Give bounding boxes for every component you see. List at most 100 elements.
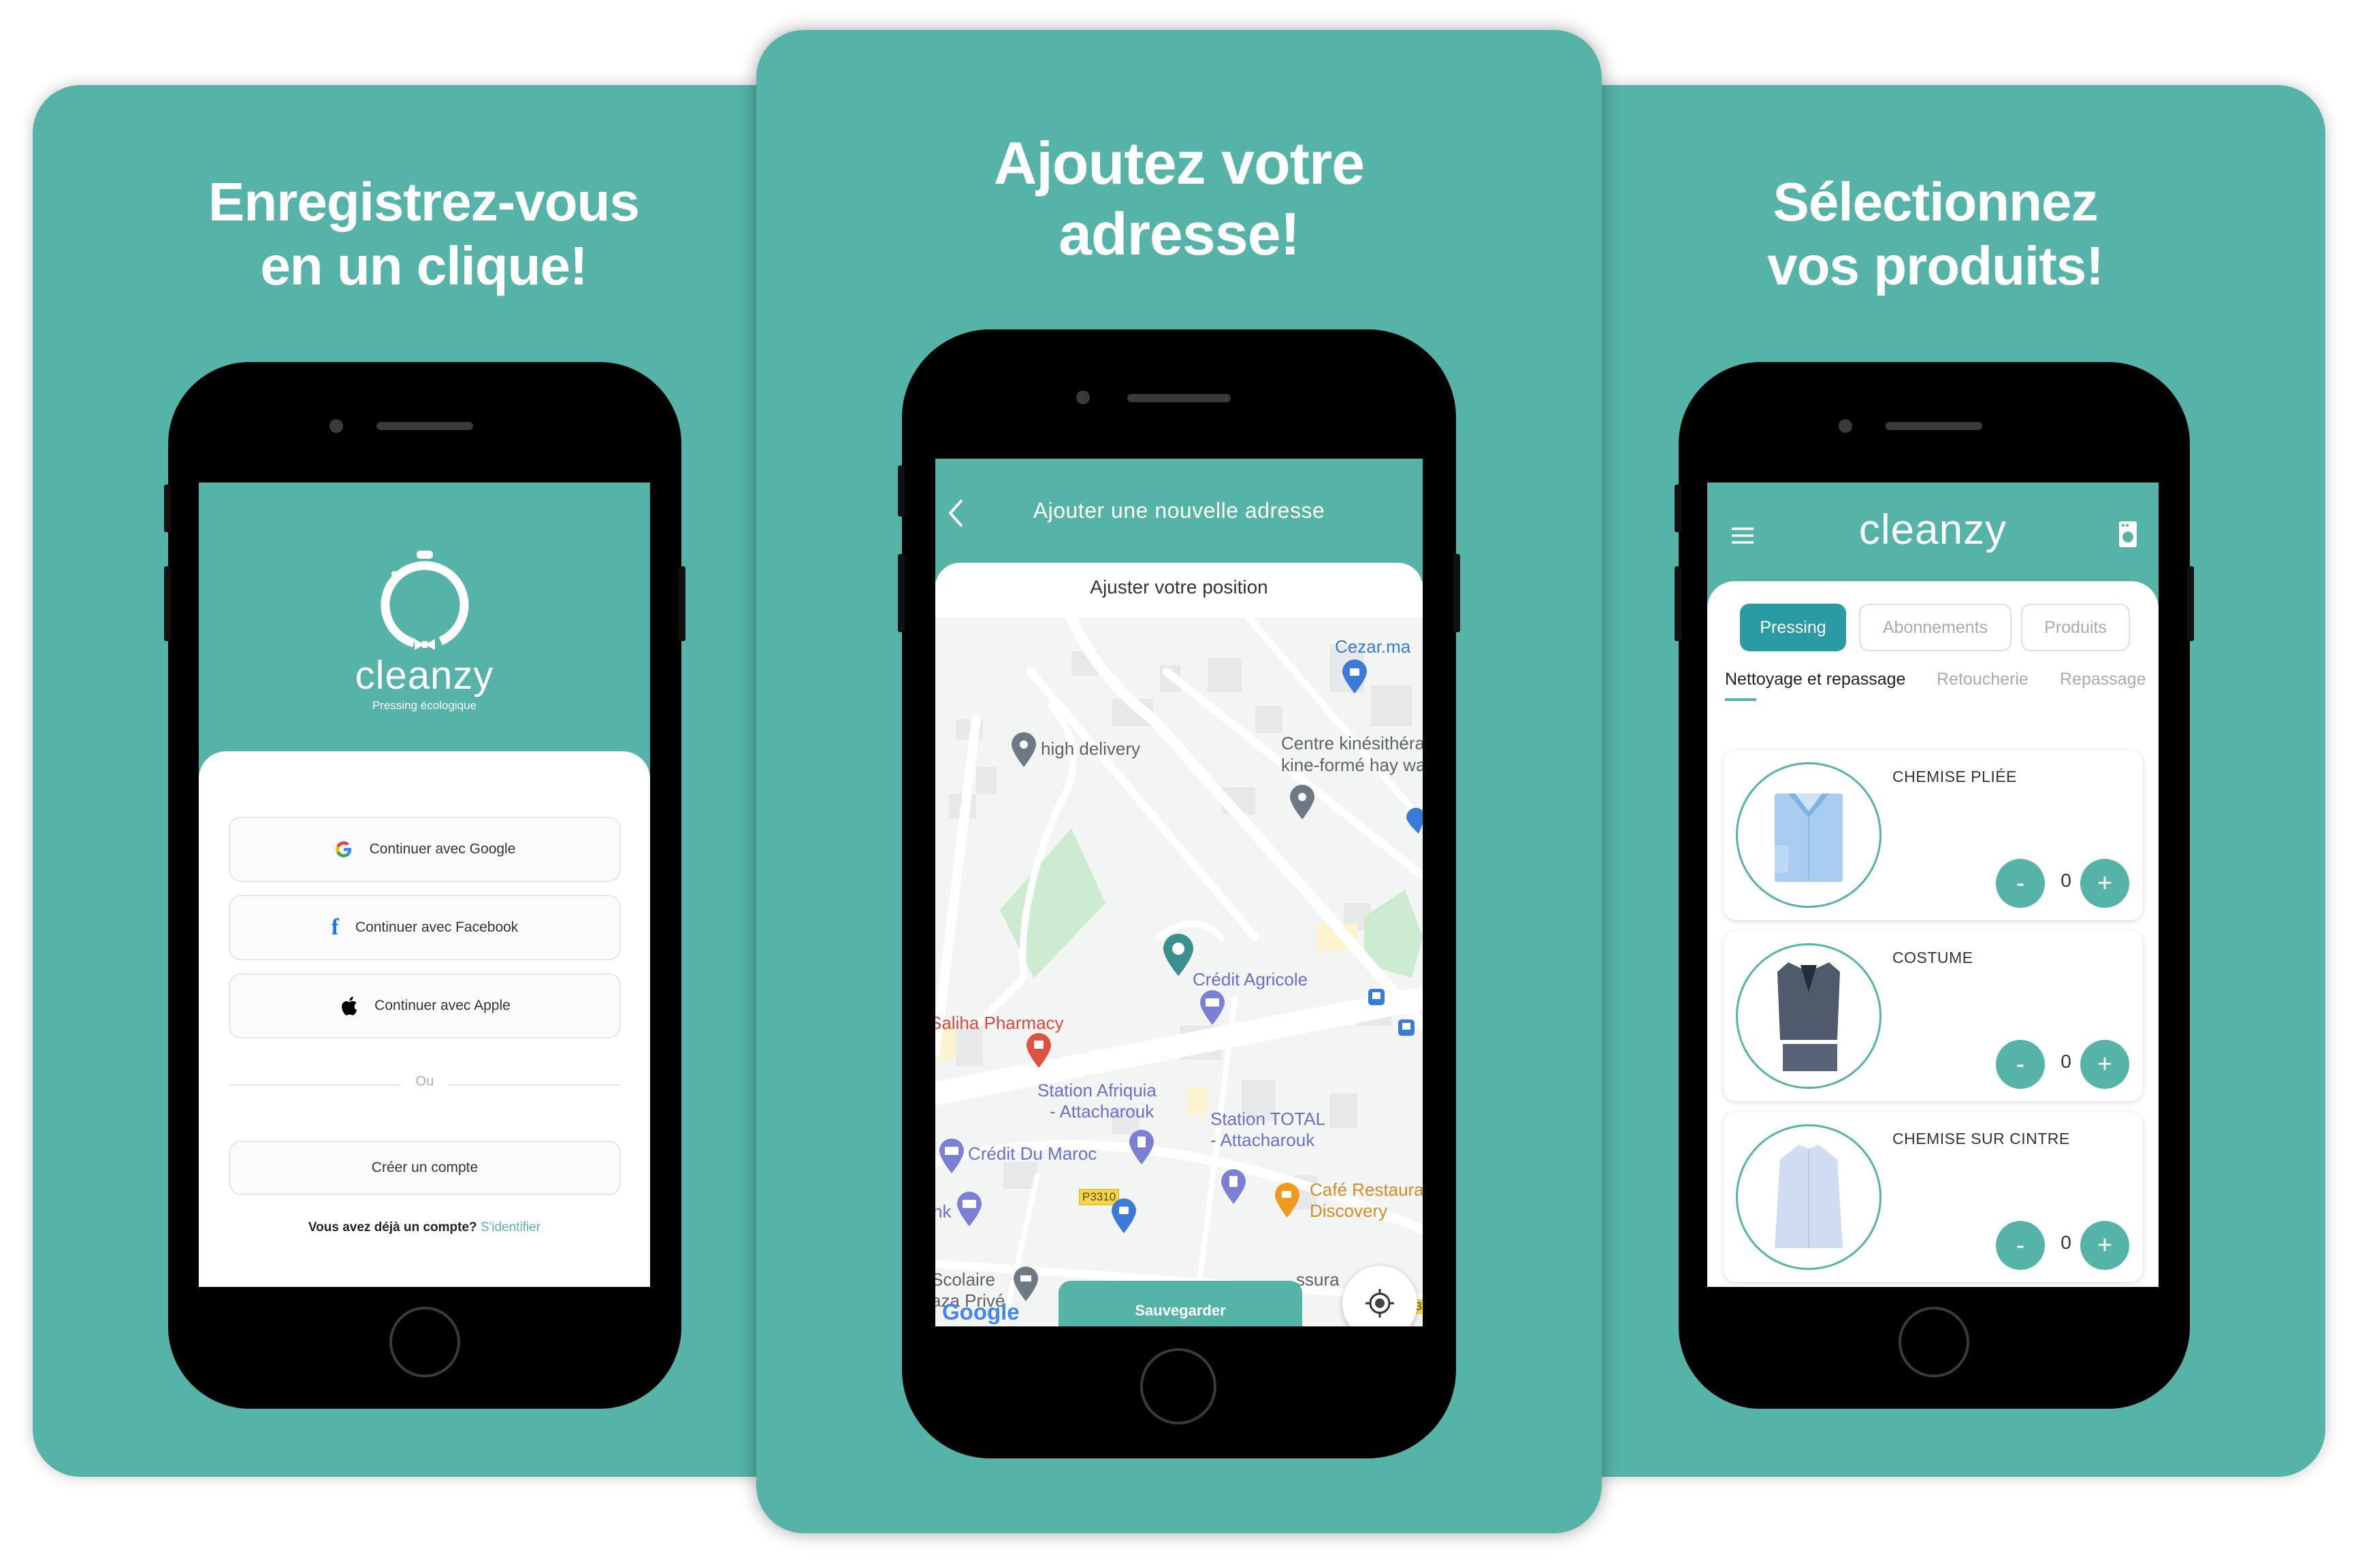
poi-pin-icon[interactable] — [1289, 784, 1316, 821]
subtab-retoucherie[interactable]: Retoucherie — [1937, 670, 2029, 689]
location-marker-icon[interactable] — [1162, 934, 1195, 977]
poi-label: Crédit Du Maroc — [968, 1143, 1097, 1164]
save-button[interactable]: Sauvegarder — [1059, 1281, 1302, 1326]
have-account-text: Vous avez déjà un compte? — [308, 1220, 477, 1235]
camera-icon — [329, 419, 343, 433]
gas-station-pin-icon[interactable] — [1220, 1169, 1247, 1205]
logo-wordmark: cleanzy — [1858, 506, 2007, 553]
sheet-title-text: Ajuster votre position — [1090, 576, 1268, 598]
bank-pin-icon[interactable] — [1199, 990, 1226, 1026]
home-button[interactable] — [1899, 1307, 1969, 1377]
chip-abonnements[interactable]: Abonnements — [1859, 604, 2012, 651]
poi-pin-icon[interactable] — [1010, 732, 1037, 768]
side-button — [164, 485, 171, 532]
quantity-value: 0 — [2061, 1232, 2071, 1253]
minus-icon: - — [2016, 1049, 2025, 1079]
save-button-label: Sauvegarder — [1135, 1302, 1226, 1319]
logo-tagline: Pressing écologique — [372, 699, 477, 712]
signin-row: Vous avez déjà un compte? S'identifier — [199, 1220, 650, 1235]
bank-pin-icon[interactable] — [956, 1191, 983, 1228]
headline-line: vos produits! — [1767, 235, 2104, 296]
product-card: CHEMISE SUR CINTRE - 0 + — [1724, 1112, 2143, 1282]
poi-label: Centre kinésithéra — [1281, 733, 1423, 753]
create-account-button[interactable]: Créer un compte — [229, 1141, 621, 1195]
quantity-value: 0 — [2061, 870, 2071, 891]
quantity-value: 0 — [2061, 1051, 2071, 1072]
washing-machine-icon[interactable] — [2118, 521, 2137, 548]
poi-label: ssura — [1296, 1269, 1340, 1290]
product-name: CHEMISE SUR CINTRE — [1892, 1130, 2070, 1147]
phone-address: Ajouter une nouvelle adresse Ajuster vot… — [898, 329, 1460, 1458]
headline-products: Sélectionnez vos produits! — [1602, 170, 2269, 298]
plus-icon: + — [2097, 1230, 2113, 1260]
sheet-title: Ajuster votre position — [935, 563, 1423, 617]
phone-login: cleanzy Pressing écologique Continuer av… — [164, 362, 685, 1409]
speaker — [1886, 422, 1982, 430]
side-button — [1675, 566, 1681, 641]
facebook-button-label: Continuer avec Facebook — [355, 919, 519, 935]
google-button-label: Continuer avec Google — [369, 841, 516, 857]
login-sheet: Continuer avec Google f Continuer avec F… — [199, 751, 650, 1287]
poi-label: - Attacharouk — [1050, 1101, 1154, 1122]
apple-icon — [342, 996, 357, 1015]
chip-produits[interactable]: Produits — [2021, 604, 2130, 651]
home-button[interactable] — [1140, 1348, 1216, 1424]
minus-icon: - — [2016, 1230, 2025, 1260]
products-sheet: Pressing Abonnements Produits Nettoyage … — [1707, 581, 2159, 1287]
poi-label: Discovery — [1310, 1200, 1388, 1221]
cafe-pin-icon[interactable] — [1274, 1182, 1301, 1219]
chip-pressing[interactable]: Pressing — [1740, 604, 1846, 651]
facebook-icon: f — [331, 915, 339, 940]
google-attribution: Google — [942, 1299, 1020, 1324]
increment-button[interactable]: + — [2080, 1221, 2129, 1270]
poi-pin-icon[interactable] — [1405, 808, 1423, 835]
apple-button[interactable]: Continuer avec Apple — [229, 973, 621, 1039]
school-pin-icon[interactable] — [1012, 1266, 1039, 1303]
login-screen: cleanzy Pressing écologique Continuer av… — [199, 483, 650, 1287]
product-image — [1736, 943, 1881, 1089]
cleanzy-logo-icon — [381, 551, 469, 650]
product-image — [1736, 1124, 1881, 1270]
sign-in-link[interactable]: S'identifier — [481, 1220, 540, 1235]
create-account-label: Créer un compte — [371, 1160, 479, 1175]
folded-shirt-icon — [1775, 794, 1843, 882]
product-card: CHEMISE PLIÉE - 0 + — [1724, 750, 2143, 920]
bank-pin-icon[interactable] — [938, 1138, 965, 1175]
camera-icon — [1839, 419, 1852, 433]
gas-station-pin-icon[interactable] — [1128, 1129, 1155, 1166]
increment-button[interactable]: + — [2080, 859, 2129, 908]
headline-line: Ajoutez votre — [993, 129, 1365, 197]
divider-label: Ou — [401, 1074, 449, 1090]
map[interactable]: Cezar.ma high delivery Centre kinésithér… — [935, 617, 1423, 1326]
home-button[interactable] — [389, 1307, 460, 1377]
google-icon — [335, 841, 351, 858]
side-button — [2187, 566, 2194, 641]
products-screen: cleanzy Pressing Abonnements Produits Ne… — [1707, 483, 2159, 1287]
facebook-button[interactable]: f Continuer avec Facebook — [229, 895, 621, 960]
product-card: COSTUME - 0 + — [1724, 931, 2143, 1101]
subtab-repassage[interactable]: Repassage — [2060, 670, 2146, 689]
camera-icon — [1076, 391, 1090, 404]
apple-button-label: Continuer avec Apple — [374, 998, 511, 1013]
decrement-button[interactable]: - — [1996, 859, 2045, 908]
decrement-button[interactable]: - — [1996, 1040, 2045, 1089]
bus-stop-icon[interactable] — [1368, 988, 1385, 1006]
bus-stop-icon[interactable] — [1398, 1019, 1415, 1036]
subtab-nettoyage[interactable]: Nettoyage et repassage — [1725, 670, 1905, 689]
phone-products: cleanzy Pressing Abonnements Produits Ne… — [1675, 362, 2194, 1409]
shopping-pin-icon[interactable] — [1110, 1198, 1137, 1235]
address-screen: Ajouter une nouvelle adresse Ajuster vot… — [935, 459, 1423, 1326]
pharmacy-pin-icon[interactable] — [1025, 1032, 1052, 1069]
google-button[interactable]: Continuer avec Google — [229, 817, 621, 882]
decrement-button[interactable]: - — [1996, 1221, 2045, 1270]
poi-label: nk — [935, 1201, 952, 1222]
headline-line: adresse! — [1058, 200, 1300, 267]
side-button — [164, 566, 171, 641]
logo-wordmark: cleanzy — [355, 653, 494, 698]
product-image — [1736, 762, 1881, 908]
shopping-pin-icon[interactable] — [1341, 659, 1368, 695]
chip-label: Abonnements — [1882, 617, 1988, 637]
minus-icon: - — [2016, 868, 2025, 898]
increment-button[interactable]: + — [2080, 1040, 2129, 1089]
hanging-shirt-icon — [1775, 1145, 1843, 1248]
